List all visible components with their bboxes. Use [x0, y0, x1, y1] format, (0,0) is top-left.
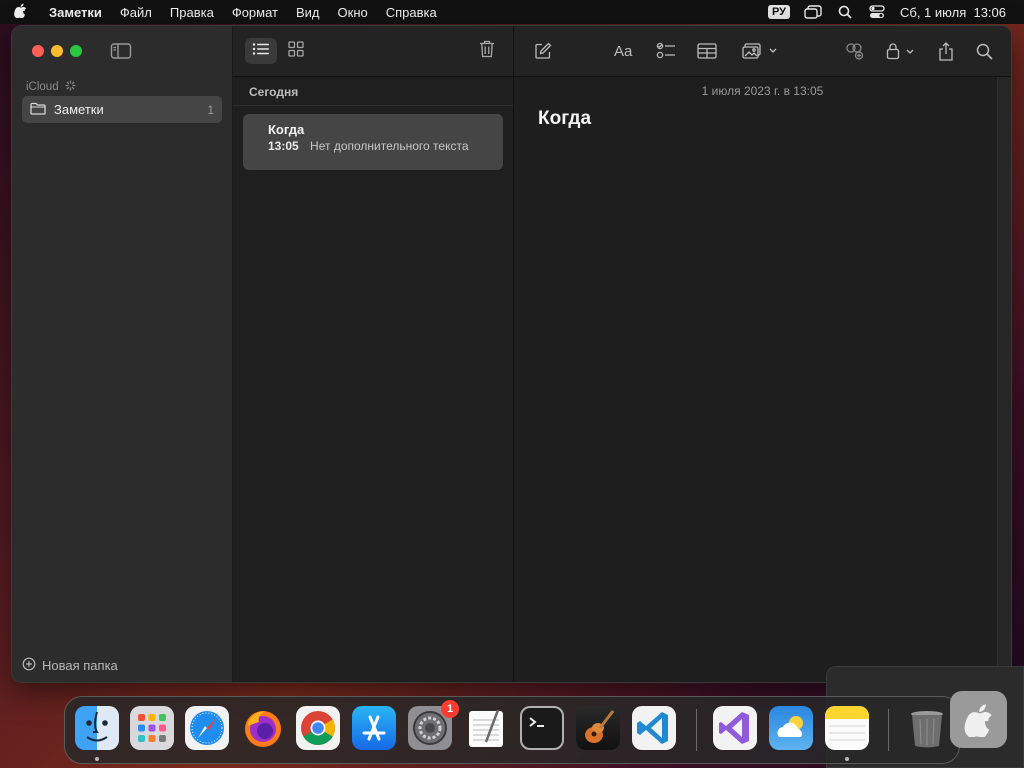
gallery-view-button[interactable] — [285, 38, 307, 64]
sidebar-toggle-icon[interactable] — [110, 42, 132, 60]
note-item-preview: Нет дополнительного текста — [310, 139, 469, 153]
new-folder-button[interactable]: Новая папка — [22, 657, 118, 674]
text-format-button[interactable]: Aa — [614, 40, 632, 62]
textedit-icon[interactable] — [464, 706, 508, 750]
apple-menu-icon[interactable] — [0, 3, 40, 21]
editor-toolbar: Aa — [514, 26, 1011, 77]
menu-clock[interactable]: Сб, 1 июля 13:06 — [900, 5, 1006, 20]
control-center-icon[interactable] — [868, 5, 886, 19]
search-icon[interactable] — [976, 40, 993, 62]
list-icon — [252, 42, 270, 61]
editor-scrollbar[interactable] — [997, 77, 1011, 682]
app-store-icon[interactable] — [352, 706, 396, 750]
spotlight-search-icon[interactable] — [836, 5, 854, 19]
share-icon[interactable] — [938, 40, 954, 62]
compose-icon[interactable] — [534, 40, 552, 62]
menu-edit[interactable]: Правка — [161, 5, 223, 20]
close-button[interactable] — [32, 45, 44, 57]
vscode-icon[interactable] — [632, 706, 676, 750]
garageband-icon[interactable] — [576, 706, 620, 750]
menu-format[interactable]: Формат — [223, 5, 287, 20]
notes-window: iCloud Заметки 1 Новая папка Сегодня Ког… — [12, 26, 1011, 682]
menu-bar: Заметки Файл Правка Формат Вид Окно Спра… — [0, 0, 1024, 24]
note-item-time: 13:05 — [268, 139, 299, 153]
safari-icon[interactable] — [185, 706, 229, 750]
checklist-icon[interactable] — [656, 40, 676, 62]
notes-section-header: Сегодня — [233, 77, 513, 106]
notes-list-toolbar — [233, 26, 513, 77]
menu-window[interactable]: Окно — [329, 5, 377, 20]
apple-logo-thumbnail[interactable] — [950, 691, 1007, 748]
new-folder-label: Новая папка — [42, 658, 118, 673]
input-source-badge[interactable]: РУ — [767, 5, 790, 19]
folder-item-notes[interactable]: Заметки 1 — [22, 96, 222, 123]
trash-icon — [479, 40, 495, 63]
dock-trash-separator — [888, 709, 889, 751]
note-list-item[interactable]: Когда 13:05 Нет дополнительного текста — [243, 114, 503, 170]
dock: 1 — [64, 696, 960, 764]
note-item-title: Когда — [268, 122, 305, 137]
delete-note-button[interactable] — [477, 38, 497, 64]
plus-circle-icon — [22, 657, 36, 674]
list-view-button[interactable] — [245, 38, 277, 64]
notes-list-pane: Сегодня Когда 13:05 Нет дополнительного … — [233, 26, 514, 682]
note-date-line: 1 июля 2023 г. в 13:05 — [701, 84, 824, 98]
note-item-meta: 13:05 Нет дополнительного текста — [268, 139, 503, 153]
notes-app-icon[interactable] — [825, 706, 869, 750]
table-icon[interactable] — [697, 40, 717, 62]
stage-manager-icon[interactable] — [804, 5, 822, 19]
trash-bin-icon[interactable] — [905, 706, 949, 750]
media-insert-icon[interactable] — [742, 40, 778, 62]
icloud-label: iCloud — [26, 81, 59, 93]
folder-note-count: 1 — [207, 102, 214, 117]
icloud-section-header: iCloud — [26, 80, 76, 94]
menu-help[interactable]: Справка — [377, 5, 446, 20]
folders-sidebar: iCloud Заметки 1 Новая папка — [12, 26, 233, 682]
maximize-button[interactable] — [70, 45, 82, 57]
settings-notification-badge: 1 — [441, 700, 459, 718]
lock-note-icon[interactable] — [886, 40, 918, 62]
folder-icon — [30, 102, 46, 118]
menu-view[interactable]: Вид — [287, 5, 329, 20]
menu-app-name[interactable]: Заметки — [40, 5, 111, 20]
grid-icon — [288, 40, 304, 62]
dock-separator — [696, 709, 697, 751]
firefox-icon[interactable] — [241, 706, 285, 750]
launchpad-icon[interactable] — [130, 706, 174, 750]
collaborate-icon[interactable] — [844, 40, 864, 62]
finder-running-indicator — [95, 757, 99, 761]
chrome-icon[interactable] — [296, 706, 340, 750]
weather-icon[interactable] — [769, 706, 813, 750]
note-editor: Aa 1 июля 2023 г. в 13:05 Когда — [514, 26, 1011, 682]
notes-running-indicator — [845, 757, 849, 761]
finder-icon[interactable] — [75, 706, 119, 750]
terminal-icon[interactable] — [520, 706, 564, 750]
folder-name: Заметки — [54, 102, 104, 117]
minimize-button[interactable] — [51, 45, 63, 57]
visual-studio-icon[interactable] — [713, 706, 757, 750]
sync-spinner-icon — [65, 80, 76, 94]
window-controls — [32, 45, 82, 57]
note-content-title[interactable]: Когда — [514, 108, 1011, 130]
menu-file[interactable]: Файл — [111, 5, 161, 20]
